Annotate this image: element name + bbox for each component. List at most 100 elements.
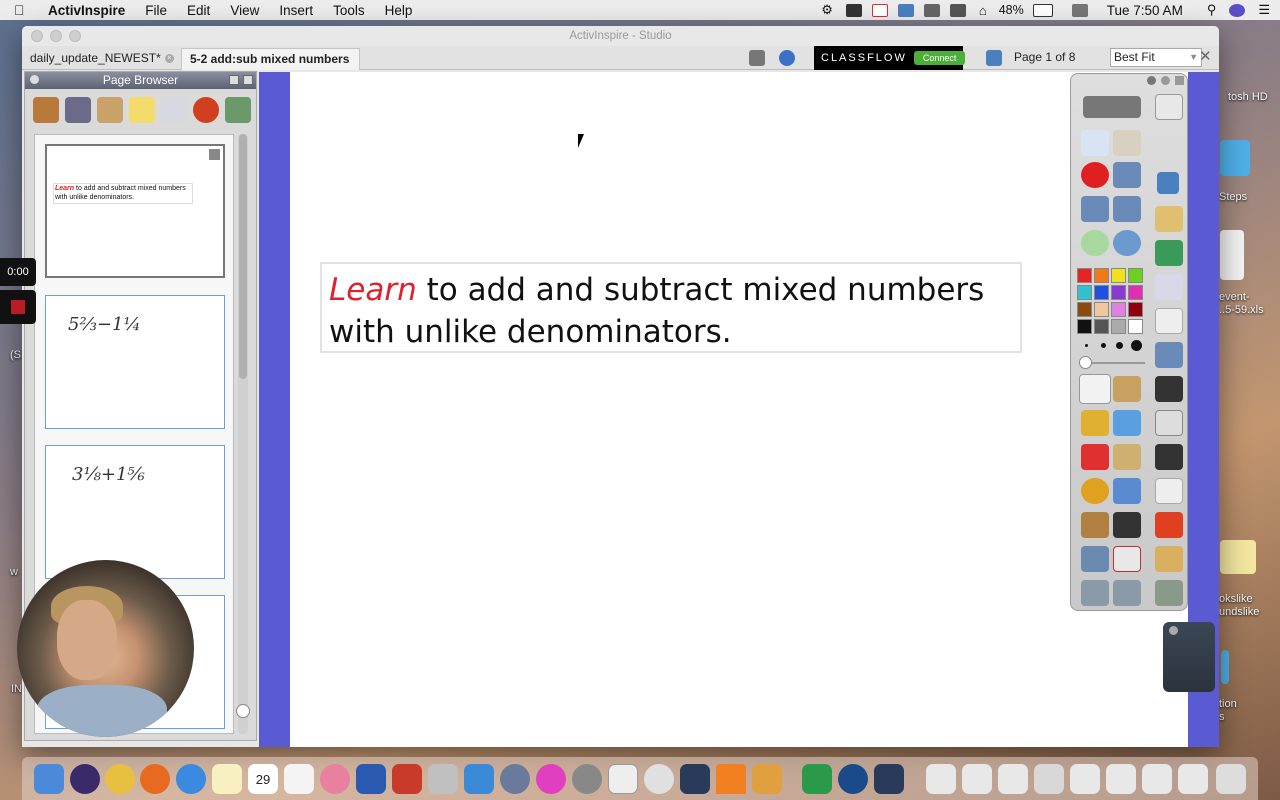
page-template-icon[interactable] — [1155, 274, 1183, 300]
page-notes-icon[interactable] — [749, 50, 765, 66]
eraser-tool-icon[interactable] — [1081, 444, 1109, 470]
siri-dock-icon[interactable] — [70, 764, 100, 794]
system-preferences-icon[interactable] — [572, 764, 602, 794]
safari-icon[interactable] — [176, 764, 206, 794]
classflow-connect-bar[interactable]: CLASSFLOW Connect — [814, 46, 966, 70]
calendar-status-icon[interactable] — [1071, 3, 1088, 17]
text-tool-icon[interactable] — [1113, 512, 1141, 538]
battery-icon[interactable] — [1032, 3, 1053, 17]
color-swatch-peach[interactable] — [1094, 302, 1109, 317]
redo-icon[interactable] — [1113, 580, 1141, 606]
spotlight-search-icon[interactable]: ⚲ — [1207, 2, 1217, 18]
pen-sketch-icon[interactable] — [1155, 206, 1183, 232]
highlighter-tool-icon[interactable] — [1113, 410, 1141, 436]
next-page-icon[interactable] — [1113, 196, 1141, 222]
recent-doc-icon[interactable] — [926, 764, 956, 794]
browser-voting-icon[interactable] — [225, 97, 251, 123]
menu-file[interactable]: File — [145, 3, 167, 18]
clipboard-icon[interactable] — [1155, 410, 1183, 436]
desktop-label[interactable]: s — [1219, 711, 1225, 723]
color-swatch-purple[interactable] — [1111, 285, 1126, 300]
siri-icon[interactable] — [1229, 3, 1246, 17]
menu-insert[interactable]: Insert — [279, 3, 313, 18]
tools-icon[interactable] — [1113, 376, 1141, 402]
desktop-label[interactable]: w — [10, 566, 18, 578]
clip-gallery-icon[interactable] — [1081, 512, 1109, 538]
tab-mixed-numbers[interactable]: 5-2 add:sub mixed numbers× — [181, 48, 360, 86]
recent-doc-icon[interactable] — [1106, 764, 1136, 794]
toolbox-grid-icon[interactable] — [1157, 172, 1179, 194]
play-icon[interactable] — [1081, 230, 1109, 256]
menu-edit[interactable]: Edit — [187, 3, 210, 18]
select-tool-icon[interactable] — [1079, 374, 1111, 404]
desktop-annotate-icon[interactable] — [1113, 162, 1141, 188]
save-icon[interactable] — [1155, 376, 1183, 402]
folder-icon[interactable] — [1220, 140, 1250, 176]
panel-dock-icon[interactable] — [243, 75, 253, 85]
color-swatch-blue[interactable] — [1094, 285, 1109, 300]
grid-icon[interactable] — [986, 50, 1002, 66]
browser-properties-icon[interactable] — [161, 97, 187, 123]
menu-view[interactable]: View — [230, 3, 259, 18]
desktop-label[interactable]: undslike — [1219, 606, 1259, 618]
color-swatch-magenta[interactable] — [1128, 285, 1143, 300]
web-browser-icon[interactable] — [1113, 230, 1141, 256]
notes-app-icon[interactable] — [212, 764, 242, 794]
desktop-label[interactable]: (S — [10, 349, 21, 361]
desktop-label[interactable]: ..5-59.xls — [1219, 304, 1264, 316]
stop-recording-button[interactable] — [0, 290, 36, 324]
toolbox-close-icon[interactable] — [1161, 76, 1170, 85]
delete-icon[interactable] — [1155, 512, 1183, 538]
folder-icon[interactable] — [1221, 650, 1229, 684]
trash-dock-icon[interactable] — [1216, 764, 1246, 794]
color-swatch-green[interactable] — [1128, 268, 1143, 283]
color-swatch-brown[interactable] — [1077, 302, 1092, 317]
airplay-icon[interactable] — [949, 3, 966, 17]
chrome-icon[interactable] — [105, 764, 135, 794]
desktop-label[interactable]: IN — [11, 683, 22, 695]
browser-pages-icon[interactable] — [33, 97, 59, 123]
share-button[interactable] — [1083, 96, 1141, 118]
page-thumbnail-3[interactable]: 3⅛+1⅚ — [45, 445, 225, 579]
activinspire-logo-icon[interactable] — [779, 50, 795, 66]
tab-close-icon[interactable]: × — [164, 54, 174, 64]
tab-daily-update[interactable]: daily_update_NEWEST* × — [22, 48, 180, 70]
close-doc-icon[interactable]: ✕ — [1199, 49, 1215, 66]
duplicate-icon[interactable] — [1155, 308, 1183, 334]
spreadsheet-file-icon[interactable] — [1220, 230, 1244, 280]
color-swatch-yellow[interactable] — [1111, 268, 1126, 283]
panel-pin-icon[interactable] — [229, 75, 239, 85]
fill-tool-icon[interactable] — [1113, 444, 1141, 470]
color-swatch-pink[interactable] — [1111, 302, 1126, 317]
recent-doc-icon[interactable] — [1034, 764, 1064, 794]
recent-doc-icon[interactable] — [962, 764, 992, 794]
app-grid-icon[interactable] — [752, 764, 782, 794]
photo-file-icon[interactable] — [1220, 540, 1256, 574]
activinspire-dock-icon[interactable] — [680, 764, 710, 794]
color-swatch-cyan[interactable] — [1077, 285, 1092, 300]
reset-page-icon[interactable] — [1113, 546, 1141, 572]
pen-width-slider[interactable] — [1079, 356, 1145, 369]
vlc-icon[interactable] — [716, 764, 746, 794]
copy-icon[interactable] — [1155, 478, 1183, 504]
desktop-label[interactable]: event- — [1219, 291, 1250, 303]
browser-notes-icon[interactable] — [129, 97, 155, 123]
color-swatch-black[interactable] — [1077, 319, 1092, 334]
page-browser-scrollbar[interactable] — [238, 134, 248, 734]
apple-icon[interactable]:  — [14, 2, 34, 18]
music-icon[interactable] — [536, 764, 566, 794]
color-swatch-white[interactable] — [1128, 319, 1143, 334]
printer-icon[interactable] — [923, 3, 940, 17]
desktop-label[interactable]: tion — [1219, 698, 1237, 710]
toolbox-trash-icon[interactable] — [1163, 622, 1215, 692]
page-menu-icon[interactable] — [209, 149, 220, 160]
recent-doc-icon[interactable] — [1070, 764, 1100, 794]
profiles-icon[interactable] — [1113, 130, 1141, 156]
classflow-connect-button[interactable]: Connect — [913, 51, 966, 65]
textedit-icon[interactable] — [464, 764, 494, 794]
menu-app-name[interactable]: ActivInspire — [48, 3, 125, 18]
pen-width-small[interactable] — [1101, 343, 1106, 348]
recent-doc-icon[interactable] — [1142, 764, 1172, 794]
pen-width-thin[interactable] — [1085, 344, 1088, 347]
color-swatch-darkgray[interactable] — [1094, 319, 1109, 334]
